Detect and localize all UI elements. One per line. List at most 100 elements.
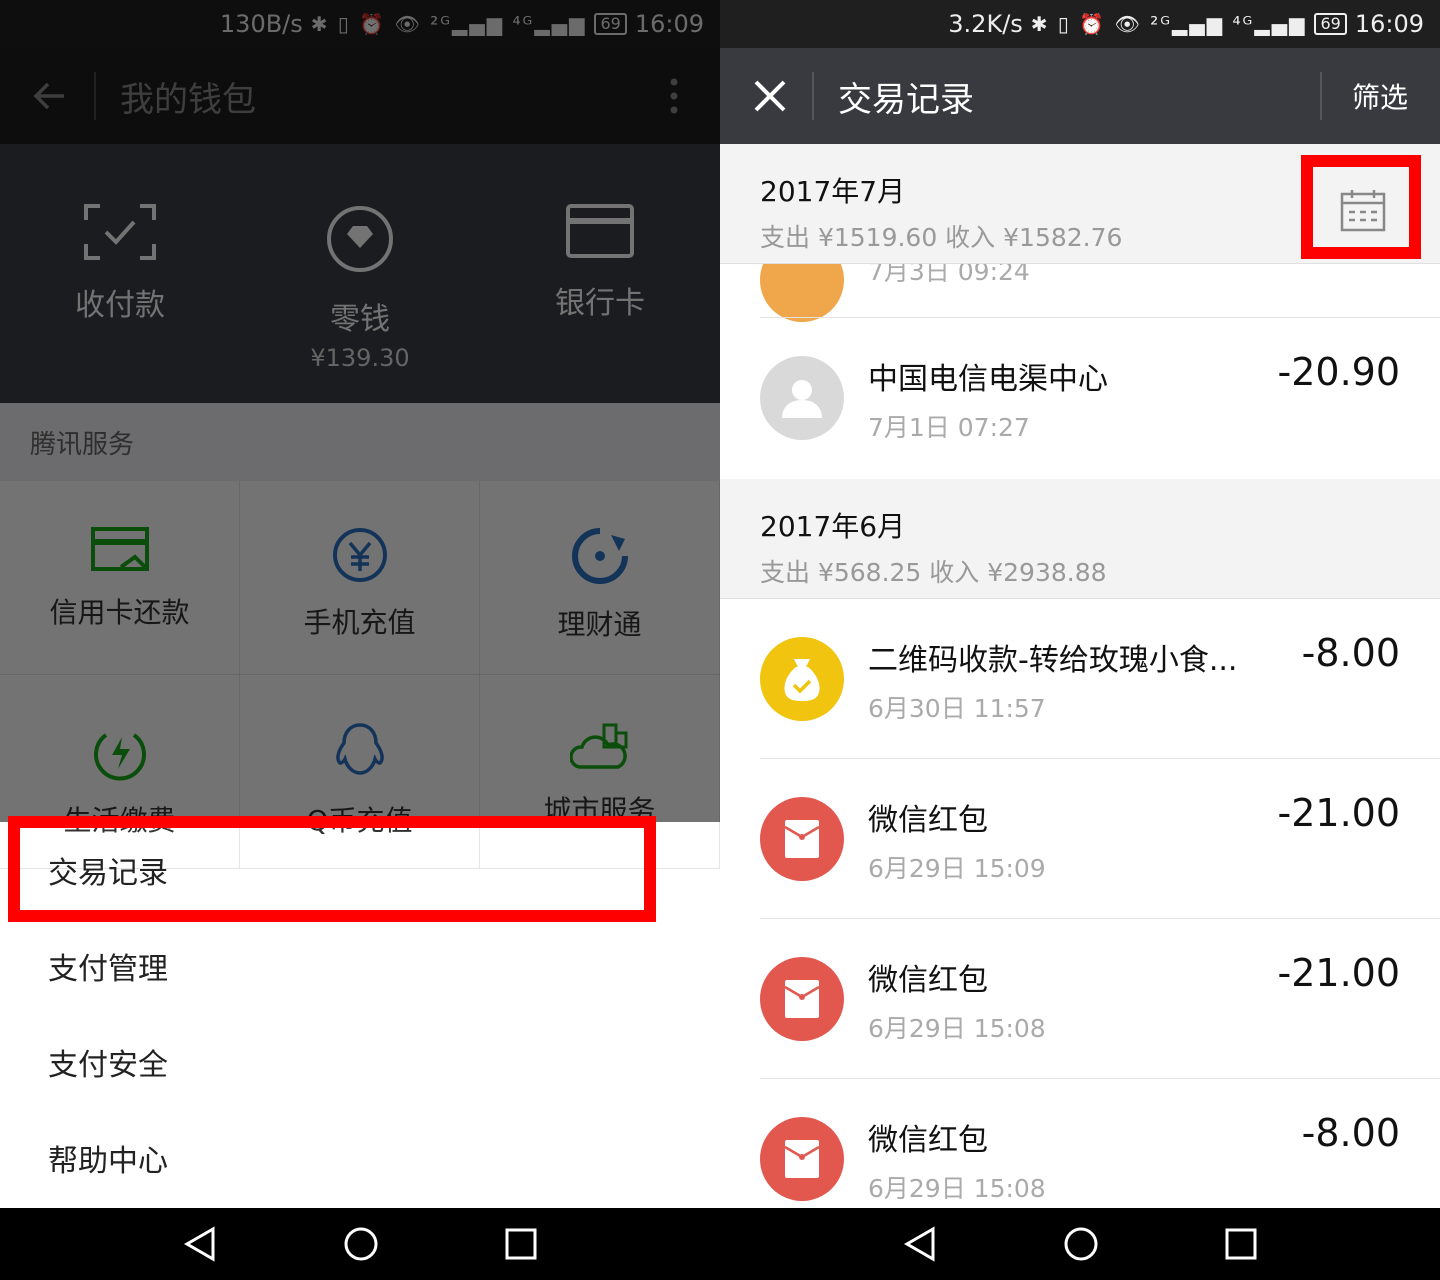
transaction-time: 6月29日 15:09 [868, 854, 1046, 883]
month-label: 2017年6月 [760, 510, 906, 543]
recents-square-icon[interactable] [1225, 1228, 1257, 1260]
city-cloud-icon [569, 723, 627, 769]
avatar [760, 957, 844, 1041]
red-packet-icon [784, 820, 820, 858]
red-packet-icon [784, 1140, 820, 1178]
page-title: 我的钱包 [120, 79, 256, 120]
service-credit-card[interactable]: 信用卡还款 [0, 481, 240, 675]
transaction-name: 中国电信电渠中心 [868, 362, 1108, 397]
home-circle-icon[interactable] [1063, 1226, 1099, 1262]
avatar [760, 637, 844, 721]
month-header-june[interactable]: 2017年6月 支出 ¥568.25 收入 ¥2938.88 [720, 479, 1440, 599]
services-grid: 信用卡还款 手机充值 理财通 生活缴费 Q币充值 城市服务 [0, 481, 720, 881]
list-item-qr-payment[interactable]: 二维码收款-转给玫瑰小食... 6月30日 11:57 -8.00 [720, 599, 1440, 759]
scan-check-icon [84, 204, 156, 260]
transaction-name: 微信红包 [868, 963, 988, 998]
transaction-name: 微信红包 [868, 803, 988, 838]
month-label: 2017年7月 [760, 175, 906, 208]
person-icon [782, 380, 822, 418]
clock: 16:09 [634, 10, 704, 38]
menu-payment-security[interactable]: 支付安全 [0, 1014, 720, 1110]
nav-bar-left [0, 1208, 720, 1280]
status-bar: 130B/s ✱ ▯ ⏰ 👁 ²ᴳ▂▄▆ ⁴ᴳ▂▄▆ 69 16:09 [0, 0, 720, 48]
menu-payment-management[interactable]: 支付管理 [0, 918, 720, 1014]
avatar [760, 1117, 844, 1201]
service-label: 理财通 [557, 608, 642, 641]
appbar-divider [1319, 72, 1322, 120]
services-header: 腾讯服务 [0, 403, 720, 481]
transaction-time: 6月29日 15:08 [868, 1174, 1046, 1203]
transaction-amount: -21.00 [1277, 951, 1401, 995]
back-triangle-icon[interactable] [183, 1226, 217, 1262]
wallet-menu: 交易记录 支付管理 支付安全 帮助中心 [0, 822, 720, 1206]
calendar-icon[interactable] [1340, 188, 1386, 232]
service-label: 手机充值 [303, 606, 416, 639]
red-packet-icon [784, 980, 820, 1018]
transaction-time: 7月1日 07:27 [868, 413, 1030, 442]
menu-help-center[interactable]: 帮助中心 [0, 1110, 720, 1206]
card-icon [566, 204, 634, 258]
dimmed-area: 130B/s ✱ ▯ ⏰ 👁 ²ᴳ▂▄▆ ⁴ᴳ▂▄▆ 69 16:09 我的钱包… [0, 0, 720, 881]
filter-button[interactable]: 筛选 [1352, 76, 1408, 116]
money-bag-icon [784, 659, 820, 701]
list-item-red-packet[interactable]: 微信红包 6月29日 15:08 -21.00 [720, 919, 1440, 1079]
service-licaitong[interactable]: 理财通 [480, 481, 720, 675]
close-icon[interactable] [752, 78, 788, 114]
avatar [760, 797, 844, 881]
month-summary: 支出 ¥1519.60 收入 ¥1582.76 [760, 223, 1123, 252]
transaction-amount: -8.00 [1301, 1111, 1400, 1155]
transaction-records-screen: 3.2K/s ✱ ▯ ⏰ 👁 ²ᴳ▂▄▆ ⁴ᴳ▂▄▆ 69 16:09 交易记录… [720, 0, 1440, 1208]
transaction-time: 6月29日 15:08 [868, 1014, 1046, 1043]
network-speed: 130B/s [219, 10, 303, 38]
wallet-screen: 130B/s ✱ ▯ ⏰ 👁 ²ᴳ▂▄▆ ⁴ᴳ▂▄▆ 69 16:09 我的钱包… [0, 0, 720, 1208]
transaction-name: 微信红包 [868, 1123, 988, 1158]
home-circle-icon[interactable] [343, 1226, 379, 1262]
list-item-telecom[interactable]: 中国电信电渠中心 7月1日 07:27 -20.90 [720, 318, 1440, 478]
transaction-time: 6月30日 11:57 [868, 694, 1046, 723]
lightning-circle-icon [93, 733, 146, 781]
wallet-bank-card[interactable]: 银行卡 [480, 144, 720, 403]
clock: 16:09 [1354, 10, 1424, 38]
service-label: 信用卡还款 [49, 596, 190, 629]
penguin-icon [335, 723, 384, 775]
recents-square-icon[interactable] [505, 1228, 537, 1260]
diamond-circle-icon [327, 206, 393, 272]
transaction-amount: -21.00 [1277, 791, 1401, 835]
avatar [760, 356, 844, 440]
credit-card-repay-icon [90, 527, 149, 571]
month-summary: 支出 ¥568.25 收入 ¥2938.88 [760, 558, 1107, 587]
list-item-red-packet[interactable]: 微信红包 6月29日 15:09 -21.00 [720, 759, 1440, 919]
status-bar: 3.2K/s ✱ ▯ ⏰ 👁 ²ᴳ▂▄▆ ⁴ᴳ▂▄▆ 69 16:09 [720, 0, 1440, 48]
page-title: 交易记录 [838, 79, 974, 120]
wallet-label: 收付款 [75, 288, 165, 323]
wallet-balance: ¥139.30 [310, 344, 410, 372]
wealth-icon [571, 528, 628, 584]
wallet-label: 零钱 [330, 302, 390, 337]
wallet-receive-pay[interactable]: 收付款 [0, 144, 240, 403]
app-bar: 交易记录 筛选 [720, 48, 1440, 144]
yuan-circle-icon [332, 528, 387, 582]
wallet-label: 银行卡 [555, 286, 645, 321]
wallet-change[interactable]: 零钱 ¥139.30 [240, 144, 480, 403]
system-nav-bar [0, 1208, 1440, 1280]
status-icons: ✱ ▯ ⏰ 👁 ²ᴳ▂▄▆ ⁴ᴳ▂▄▆ [310, 12, 587, 36]
list-item-red-packet[interactable]: 微信红包 6月29日 15:08 -8.00 [720, 1079, 1440, 1208]
month-header-july[interactable]: 2017年7月 支出 ¥1519.60 收入 ¥1582.76 [720, 144, 1440, 264]
transaction-amount: -20.90 [1277, 350, 1401, 394]
appbar-divider [812, 72, 814, 120]
menu-transaction-records[interactable]: 交易记录 [0, 822, 720, 918]
network-speed: 3.2K/s [948, 10, 1023, 38]
status-icons: ✱ ▯ ⏰ 👁 ²ᴳ▂▄▆ ⁴ᴳ▂▄▆ [1030, 12, 1307, 36]
more-icon[interactable] [668, 76, 680, 116]
battery-icon: 69 [1314, 13, 1347, 35]
wallet-summary: 收付款 零钱 ¥139.30 银行卡 [0, 144, 720, 403]
app-bar: 我的钱包 [0, 48, 720, 144]
appbar-divider [94, 72, 96, 120]
back-arrow-icon[interactable] [30, 76, 70, 116]
service-mobile-topup[interactable]: 手机充值 [240, 481, 480, 675]
transaction-name: 二维码收款-转给玫瑰小食... [868, 643, 1238, 678]
battery-icon: 69 [594, 13, 627, 35]
transaction-amount: -8.00 [1301, 631, 1400, 675]
nav-bar-right [720, 1208, 1440, 1280]
back-triangle-icon[interactable] [903, 1226, 937, 1262]
